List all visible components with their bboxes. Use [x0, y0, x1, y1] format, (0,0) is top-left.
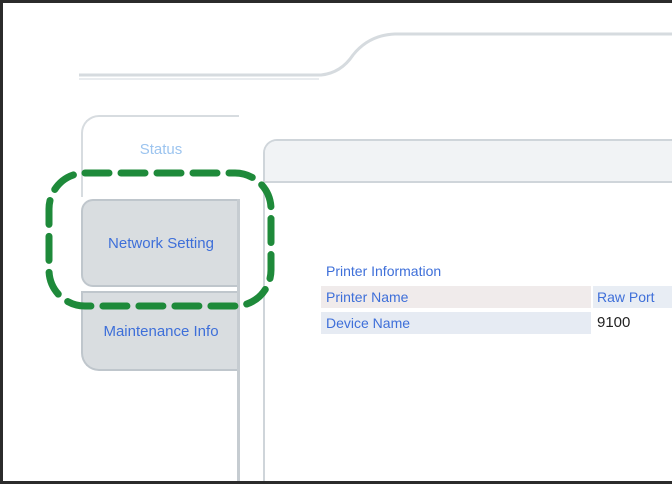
- tab-column-divider: [237, 199, 240, 481]
- info-row-label: Printer Name: [321, 286, 591, 308]
- info-row: Printer Name Raw Port: [321, 286, 672, 308]
- tab-status[interactable]: Status: [81, 115, 239, 197]
- screenshot-frame: Status Network Setting Maintenance Info …: [0, 0, 672, 484]
- tab-status-label: Status: [139, 141, 183, 158]
- tab-maintenance-info-label: Maintenance Info: [103, 322, 219, 340]
- section-title: Printer Information: [326, 263, 442, 279]
- info-row-value: 9100: [593, 312, 672, 334]
- tab-network-setting[interactable]: Network Setting: [81, 199, 239, 287]
- tab-network-setting-label: Network Setting: [108, 234, 214, 252]
- info-row-label: Device Name: [321, 312, 591, 334]
- info-row: Device Name 9100: [321, 312, 672, 334]
- info-row-value: Raw Port: [593, 286, 672, 308]
- content-header-bar: [265, 141, 672, 183]
- tab-maintenance-info[interactable]: Maintenance Info: [81, 291, 239, 371]
